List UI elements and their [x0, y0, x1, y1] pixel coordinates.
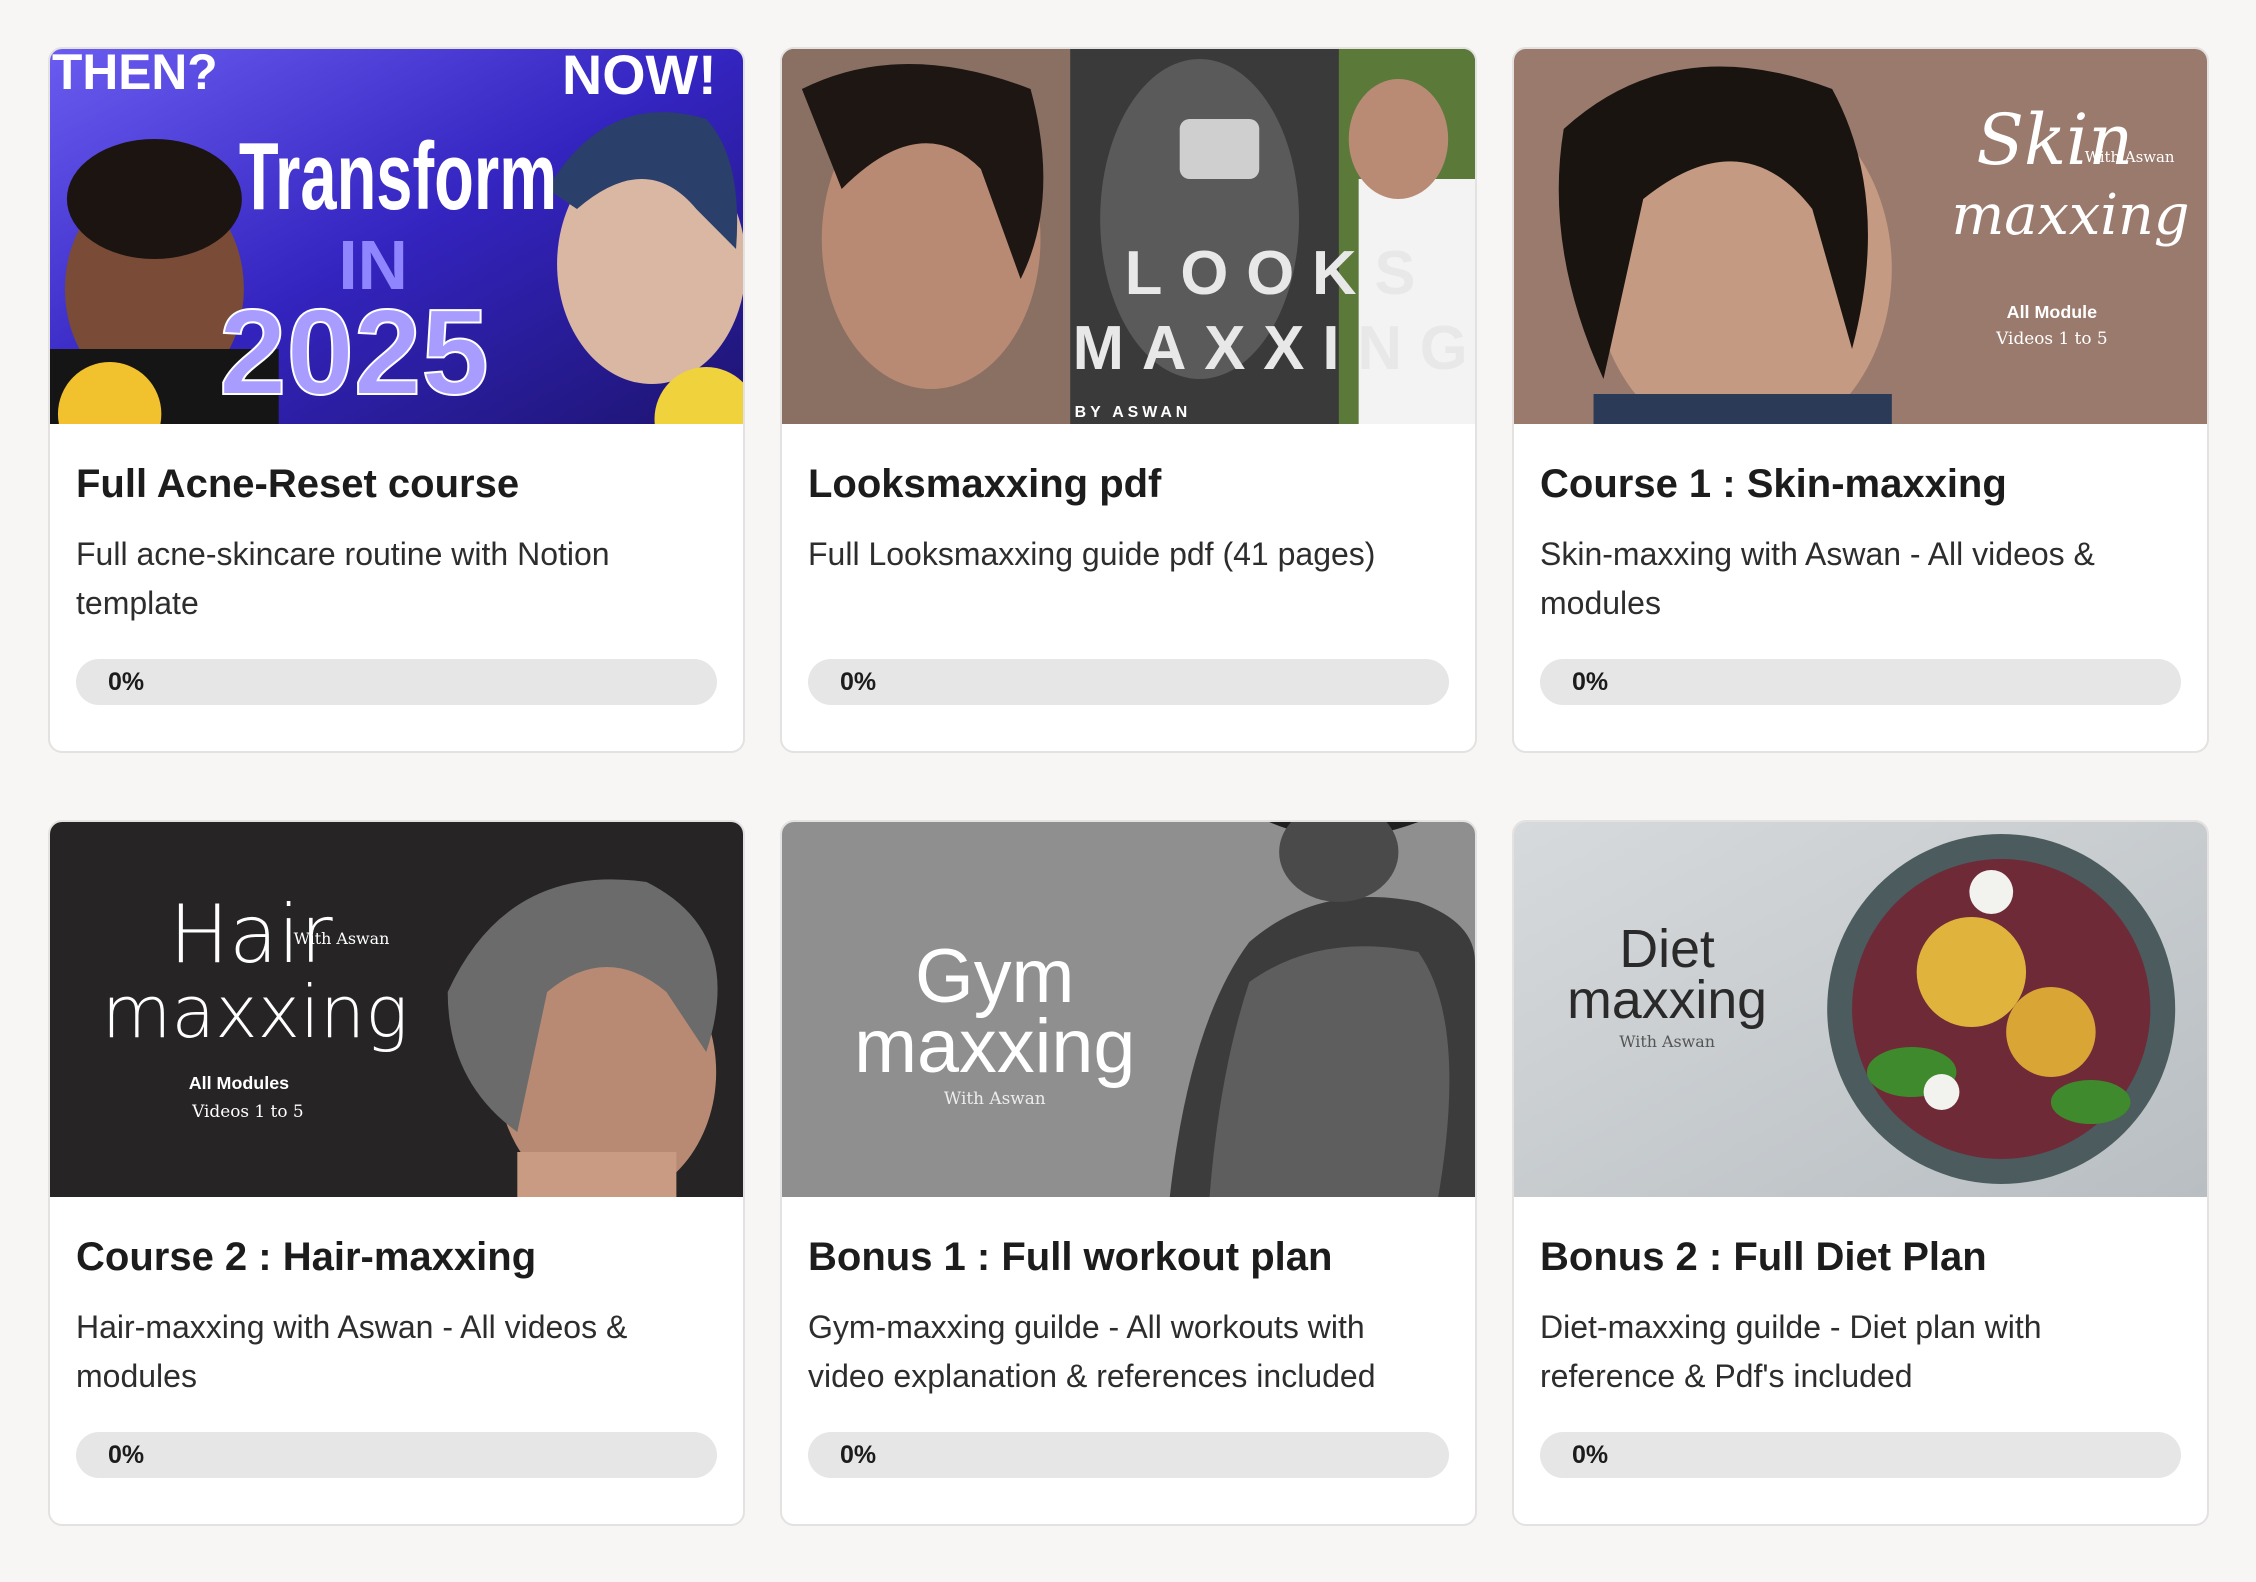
progress-label: 0% — [108, 668, 145, 696]
thumb-title-line2: maxxing — [1567, 970, 1767, 1030]
thumb-title-line2: maxxing — [1951, 183, 2189, 248]
progress-bar: 0% — [1540, 659, 2181, 705]
course-card-workout-plan[interactable]: Gym maxxing With Aswan Bonus 1 : Full wo… — [780, 820, 1477, 1526]
thumb-subtitle-2: Videos 1 to 5 — [191, 1101, 304, 1121]
course-title[interactable]: Looksmaxxing pdf — [808, 460, 1449, 508]
thumb-title-line2: MAXXING — [1073, 314, 1475, 383]
course-title[interactable]: Bonus 1 : Full workout plan — [808, 1233, 1449, 1281]
thumb-with-aswan: With Aswan — [944, 1088, 1046, 1108]
course-card-skin-maxxing[interactable]: Skin maxxing With Aswan All Module Video… — [1512, 47, 2209, 753]
course-thumbnail[interactable]: THEN? NOW! Transform IN 2025 — [50, 49, 743, 424]
progress-bar: 0% — [76, 1432, 717, 1478]
course-description: Gym-maxxing guilde - All workouts with v… — [808, 1309, 1376, 1394]
progress-label: 0% — [1572, 1441, 1609, 1469]
thumb-now-text: NOW! — [562, 49, 717, 106]
thumb-title-line2: maxxing — [102, 970, 409, 1054]
progress-label: 0% — [840, 668, 877, 696]
course-thumbnail[interactable]: Hair maxxing With Aswan All Modules Vide… — [50, 822, 743, 1197]
course-title[interactable]: Bonus 2 : Full Diet Plan — [1540, 1233, 2181, 1281]
course-card-hair-maxxing[interactable]: Hair maxxing With Aswan All Modules Vide… — [48, 820, 745, 1526]
course-description: Full acne-skincare routine with Notion t… — [76, 536, 610, 621]
course-card-diet-plan[interactable]: Diet maxxing With Aswan Bonus 2 : Full D… — [1512, 820, 2209, 1526]
course-title[interactable]: Course 1 : Skin-maxxing — [1540, 460, 2181, 508]
thumb-title-line1: LOOKS — [1125, 239, 1434, 308]
progress-bar: 0% — [808, 659, 1449, 705]
thumb-with-aswan: With Aswan — [1619, 1032, 1715, 1051]
thumb-byline: BY ASWAN — [1075, 404, 1192, 421]
progress-label: 0% — [108, 1441, 145, 1469]
thumb-with-aswan: With Aswan — [2085, 148, 2175, 166]
thumb-title-line1: Skin — [1976, 100, 2133, 181]
thumb-with-aswan: With Aswan — [294, 929, 390, 948]
course-description: Hair-maxxing with Aswan - All videos & m… — [76, 1309, 628, 1394]
course-title[interactable]: Full Acne-Reset course — [76, 460, 717, 508]
progress-bar: 0% — [76, 659, 717, 705]
course-card-acne-reset[interactable]: THEN? NOW! Transform IN 2025 Full Acne-R… — [48, 47, 745, 753]
course-thumbnail[interactable]: Gym maxxing With Aswan — [782, 822, 1475, 1197]
thumb-title-line3: 2025 — [219, 284, 489, 420]
course-thumbnail[interactable]: Diet maxxing With Aswan — [1514, 822, 2207, 1197]
progress-label: 0% — [840, 1441, 877, 1469]
progress-bar: 0% — [1540, 1432, 2181, 1478]
thumb-subtitle-1: All Module — [2007, 302, 2097, 322]
course-title[interactable]: Course 2 : Hair-maxxing — [76, 1233, 717, 1281]
course-card-looksmaxxing-pdf[interactable]: LOOKS MAXXING BY ASWAN Looksmaxxing pdf … — [780, 47, 1477, 753]
course-description: Skin-maxxing with Aswan - All videos & m… — [1540, 536, 2095, 621]
thumb-subtitle-1: All Modules — [189, 1073, 289, 1093]
thumb-title-line1: Transform — [239, 123, 557, 230]
course-thumbnail[interactable]: Skin maxxing With Aswan All Module Video… — [1514, 49, 2207, 424]
thumb-subtitle-2: Videos 1 to 5 — [1995, 328, 2108, 348]
course-grid: THEN? NOW! Transform IN 2025 Full Acne-R… — [48, 47, 2210, 1526]
course-description: Diet-maxxing guilde - Diet plan with ref… — [1540, 1309, 2042, 1394]
progress-label: 0% — [1572, 668, 1609, 696]
thumb-then-text: THEN? — [52, 49, 218, 100]
course-thumbnail[interactable]: LOOKS MAXXING BY ASWAN — [782, 49, 1475, 424]
progress-bar: 0% — [808, 1432, 1449, 1478]
course-description: Full Looksmaxxing guide pdf (41 pages) — [808, 536, 1376, 572]
thumb-title-line2: maxxing — [854, 1004, 1135, 1089]
